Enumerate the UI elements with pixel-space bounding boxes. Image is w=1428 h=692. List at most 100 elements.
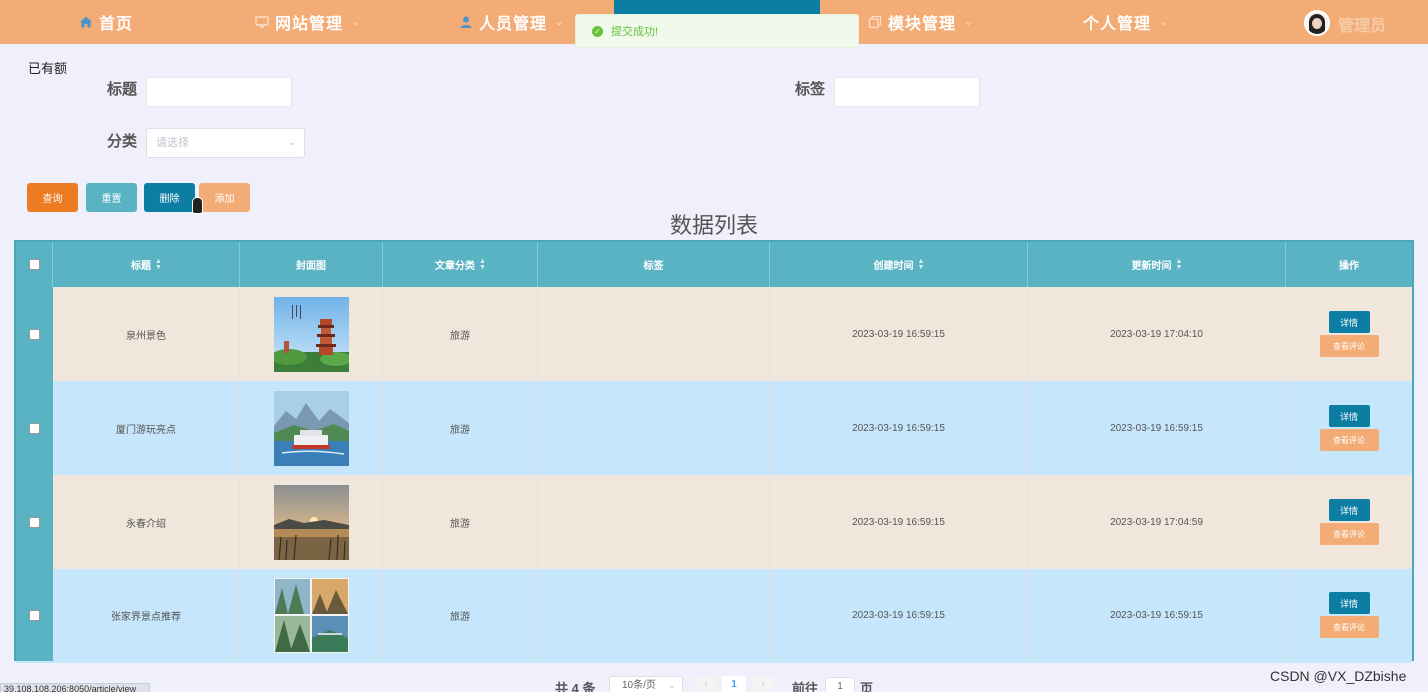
row-tag: [538, 569, 770, 661]
table-header: 标题 ▲ ▼ 封面图 文章分类 ▲ ▼ 标签 创建时间 ▲ ▼ 更新时间 ▲ ▼ 操作: [16, 242, 1412, 287]
row-category: 旅游: [383, 475, 538, 569]
prev-page-button[interactable]: ‹: [695, 676, 717, 692]
row-created: 2023-03-19 16:59:15: [770, 475, 1028, 569]
view-comments-button[interactable]: 查看评论: [1319, 335, 1379, 357]
chevron-down-icon: ⌄: [555, 16, 565, 28]
row-created: 2023-03-19 16:59:15: [770, 569, 1028, 661]
nav-personal-management[interactable]: 个人管理 ⌄: [1083, 0, 1168, 44]
row-updated: 2023-03-19 16:59:15: [1028, 381, 1286, 475]
sort-icon[interactable]: ▲ ▼: [1176, 258, 1183, 271]
row-select-cell: [16, 475, 53, 569]
page-number-current[interactable]: 1: [722, 676, 746, 692]
row-updated: 2023-03-19 17:04:59: [1028, 475, 1286, 569]
page-suffix-label: 页: [860, 681, 874, 692]
next-page-button[interactable]: ›: [752, 676, 774, 692]
avatar[interactable]: [1304, 10, 1330, 36]
table-row: 厦门游玩亮点 旅游 2023-03-19 16:59:15 2023-03-19…: [16, 381, 1412, 475]
status-url: 39.108.108.206:8050/article/view: [0, 683, 150, 692]
home-icon: [79, 15, 93, 29]
sort-icon[interactable]: ▲ ▼: [479, 258, 486, 271]
chevron-down-icon: ⌄: [1159, 16, 1169, 28]
row-checkbox[interactable]: [29, 609, 40, 621]
title-input[interactable]: [146, 77, 292, 107]
category-select[interactable]: 请选择 ⌄: [146, 128, 305, 158]
row-actions: 详情 查看评论: [1286, 381, 1412, 475]
col-category[interactable]: 文章分类 ▲ ▼: [383, 242, 538, 287]
row-updated: 2023-03-19 16:59:15: [1028, 569, 1286, 661]
col-title[interactable]: 标题 ▲ ▼: [53, 242, 240, 287]
row-title: 永春介绍: [53, 475, 240, 569]
chevron-down-icon: ⌄: [964, 16, 974, 28]
nav-website-label: 网站管理: [275, 16, 344, 33]
table-row: 张家界景点推荐 旅游 2023-03-19 16:59:15 2023-03-1…: [16, 569, 1412, 663]
sort-icon[interactable]: ▲ ▼: [155, 258, 162, 271]
col-updated[interactable]: 更新时间 ▲ ▼: [1028, 242, 1286, 287]
row-actions: 详情 查看评论: [1286, 287, 1412, 381]
row-created: 2023-03-19 16:59:15: [770, 287, 1028, 381]
row-title: 厦门游玩亮点: [53, 381, 240, 475]
detail-button[interactable]: 详情: [1328, 499, 1370, 521]
nav-home[interactable]: 首页: [79, 0, 133, 44]
check-circle-icon: ✓: [592, 25, 603, 37]
row-select-cell: [16, 381, 53, 475]
row-created: 2023-03-19 16:59:15: [770, 381, 1028, 475]
row-cover: [240, 381, 383, 475]
goto-page-input[interactable]: 1: [825, 677, 855, 692]
col-created[interactable]: 创建时间 ▲ ▼: [770, 242, 1028, 287]
row-actions: 详情 查看评论: [1286, 475, 1412, 569]
view-comments-button[interactable]: 查看评论: [1319, 429, 1379, 451]
col-actions: 操作: [1339, 261, 1359, 272]
category-label: 分类: [107, 133, 138, 150]
copy-icon: [868, 15, 882, 29]
nav-active-indicator: [614, 0, 820, 14]
chevron-down-icon: ⌄: [287, 137, 296, 148]
row-cover: [240, 475, 383, 569]
tag-label: 标签: [795, 81, 826, 98]
row-tag: [538, 475, 770, 569]
row-checkbox[interactable]: [29, 516, 40, 528]
chevron-down-icon: ⌄: [351, 16, 361, 28]
tag-input[interactable]: [834, 77, 980, 107]
select-all-cell: [16, 242, 53, 287]
nav-website-management[interactable]: 网站管理 ⌄: [255, 0, 360, 44]
row-checkbox[interactable]: [29, 422, 40, 434]
col-cover: 封面图: [240, 242, 383, 287]
data-table: 标题 ▲ ▼ 封面图 文章分类 ▲ ▼ 标签 创建时间 ▲ ▼ 更新时间 ▲ ▼ 操作 泉州景色: [14, 240, 1414, 663]
row-title: 张家界景点推荐: [53, 569, 240, 661]
detail-button[interactable]: 详情: [1328, 592, 1370, 614]
category-placeholder: 请选择: [156, 137, 189, 149]
select-all-checkbox[interactable]: [28, 259, 40, 270]
nav-staff-label: 人员管理: [479, 16, 548, 33]
sort-icon[interactable]: ▲ ▼: [918, 258, 925, 271]
row-updated: 2023-03-19 17:04:10: [1028, 287, 1286, 381]
row-cover: [240, 287, 383, 381]
row-category: 旅游: [383, 381, 538, 475]
row-select-cell: [16, 287, 53, 381]
row-title: 泉州景色: [53, 287, 240, 381]
detail-button[interactable]: 详情: [1328, 311, 1370, 333]
nav-staff-management[interactable]: 人员管理 ⌄: [459, 0, 564, 44]
row-cover: [240, 569, 383, 661]
row-category: 旅游: [383, 569, 538, 661]
mountain-collage-image: [273, 577, 349, 653]
admin-name[interactable]: 管理员: [1338, 12, 1386, 36]
view-comments-button[interactable]: 查看评论: [1319, 523, 1379, 545]
pagoda-image: [273, 296, 349, 372]
row-tag: [538, 287, 770, 381]
page-size-value: 10条/页: [622, 680, 656, 691]
detail-button[interactable]: 详情: [1328, 405, 1370, 427]
nav-module-label: 模块管理: [888, 16, 957, 33]
page-size-select[interactable]: 10条/页 ⌄: [609, 676, 683, 692]
breadcrumb: 已有额: [28, 61, 68, 76]
nav-module-management[interactable]: 模块管理 ⌄: [868, 0, 973, 44]
ferry-image: [273, 390, 349, 466]
sunset-lake-image: [273, 484, 349, 560]
row-actions: 详情 查看评论: [1286, 569, 1412, 661]
nav-personal-label: 个人管理: [1083, 16, 1152, 33]
success-toast: ✓ 提交成功!: [575, 14, 859, 48]
watermark: CSDN @VX_DZbishe: [1270, 668, 1407, 684]
row-category: 旅游: [383, 287, 538, 381]
col-tag: 标签: [538, 242, 770, 287]
view-comments-button[interactable]: 查看评论: [1319, 616, 1379, 638]
row-checkbox[interactable]: [29, 328, 40, 340]
